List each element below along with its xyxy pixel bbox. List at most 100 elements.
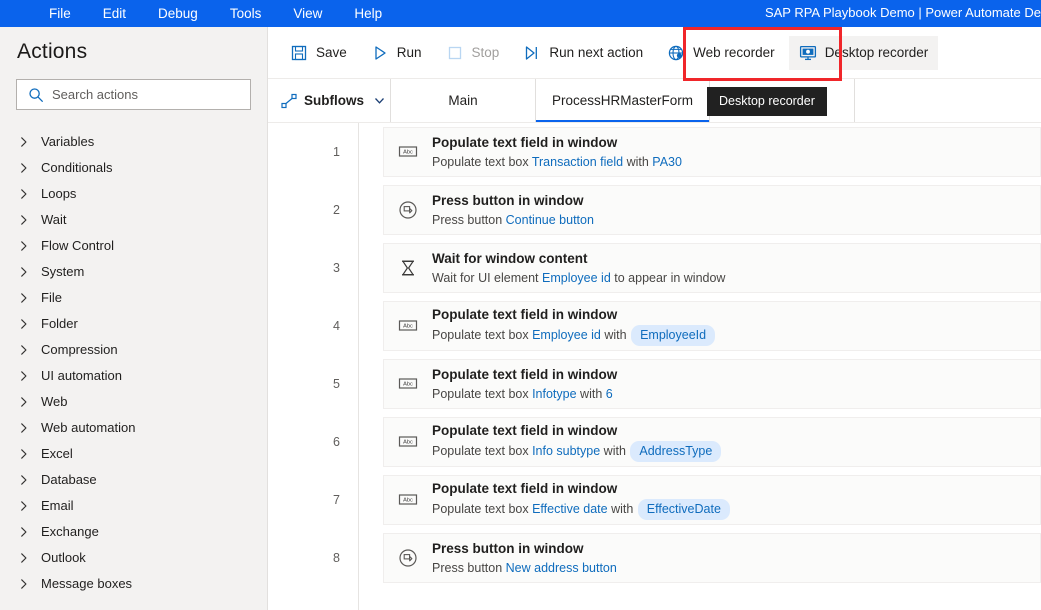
action-row[interactable]: 3 Wait for window content Wait for UI elem…	[268, 239, 1041, 297]
action-row[interactable]: 1 Abc Populate text field in window Populat…	[268, 123, 1041, 181]
action-text-block: Populate text field in window Populate te…	[432, 306, 716, 346]
sidebar-item-database[interactable]: Database	[0, 467, 267, 493]
sidebar-item-label: Variables	[41, 134, 95, 149]
action-row[interactable]: 7 Abc Populate text field in window Populat…	[268, 471, 1041, 529]
chevron-right-icon	[18, 240, 30, 252]
action-row[interactable]: 5 Abc Populate text field in window Populat…	[268, 355, 1041, 413]
action-title: Wait for window content	[432, 250, 588, 266]
sidebar-item-conditionals[interactable]: Conditionals	[0, 155, 267, 181]
sidebar-item-label: Database	[41, 472, 97, 487]
sidebar-item-flow-control[interactable]: Flow Control	[0, 233, 267, 259]
ui-element-link[interactable]: Infotype	[532, 387, 576, 401]
title-bar: File Edit Debug Tools View Help SAP RPA Playb…	[0, 0, 1041, 27]
action-card[interactable]: Wait for window content Wait for UI eleme…	[383, 243, 1041, 293]
stop-icon	[446, 44, 464, 62]
action-card[interactable]: Abc Populate text field in window Populate…	[383, 301, 1041, 351]
action-card[interactable]: Abc Populate text field in window Populate…	[383, 359, 1041, 409]
sidebar-item-loops[interactable]: Loops	[0, 181, 267, 207]
sidebar-item-label: Web automation	[41, 420, 136, 435]
step-over-icon	[523, 44, 541, 62]
menu-edit[interactable]: Edit	[92, 3, 137, 25]
tab-main[interactable]: Main	[391, 79, 536, 122]
ui-element-link[interactable]: Effective date	[532, 502, 608, 516]
menu-tools[interactable]: Tools	[219, 3, 273, 25]
web-recorder-button[interactable]: Web recorder	[657, 36, 785, 70]
action-row[interactable]: 4 Abc Populate text field in window Populat…	[268, 297, 1041, 355]
action-title: Populate text field in window	[432, 307, 618, 322]
sidebar-item-web[interactable]: Web	[0, 389, 267, 415]
ui-element-link[interactable]: Info subtype	[532, 444, 600, 458]
description-text: Populate text box	[432, 444, 533, 458]
sidebar-item-excel[interactable]: Excel	[0, 441, 267, 467]
action-row[interactable]: 8 Press button in window Press button New …	[268, 529, 1041, 587]
sidebar-item-variables[interactable]: Variables	[0, 129, 267, 155]
ui-element-link[interactable]: PA30	[652, 155, 682, 169]
sidebar-item-compression[interactable]: Compression	[0, 337, 267, 363]
sidebar-item-system[interactable]: System	[0, 259, 267, 285]
action-card[interactable]: Press button in window Press button Conti…	[383, 185, 1041, 235]
tab-processhrmasterform[interactable]: ProcessHRMasterForm	[536, 79, 711, 122]
variable-pill[interactable]: EmployeeId	[631, 325, 716, 346]
toolbar-button-label: Save	[316, 45, 347, 60]
description-text: Populate text box	[432, 386, 533, 401]
run-button[interactable]: Run	[361, 36, 432, 70]
ui-element-link[interactable]: 6	[606, 387, 613, 401]
menu-debug[interactable]: Debug	[147, 3, 209, 25]
action-row-number: 5	[333, 377, 340, 391]
menu-file[interactable]: File	[38, 3, 82, 25]
variable-pill[interactable]: AddressType	[630, 441, 722, 462]
sidebar-item-wait[interactable]: Wait	[0, 207, 267, 233]
action-row-number: 2	[333, 203, 340, 217]
variable-pill[interactable]: EffectiveDate	[637, 499, 730, 520]
ui-element-link[interactable]: New address button	[506, 561, 617, 575]
ui-element-link[interactable]: Employee id	[542, 271, 611, 285]
sidebar-item-label: Folder	[41, 316, 78, 331]
sidebar-item-folder[interactable]: Folder	[0, 311, 267, 337]
action-row-number: 8	[333, 551, 340, 565]
svg-text:Abc: Abc	[403, 150, 413, 156]
chevron-right-icon	[18, 292, 30, 304]
sidebar-item-label: Flow Control	[41, 238, 114, 253]
action-card[interactable]: Press button in window Press button New a…	[383, 533, 1041, 583]
play-icon	[371, 44, 389, 62]
ui-element-link[interactable]: Continue button	[506, 213, 594, 227]
sidebar-item-web-automation[interactable]: Web automation	[0, 415, 267, 441]
chevron-right-icon	[18, 214, 30, 226]
desktop-recorder-button[interactable]: Desktop recorder	[788, 35, 939, 70]
svg-text:Abc: Abc	[403, 324, 413, 330]
search-actions-box[interactable]	[16, 79, 251, 110]
run-next-action-button[interactable]: Run next action	[513, 36, 653, 70]
abc-textbox-icon: Abc	[398, 490, 418, 510]
action-card[interactable]: Abc Populate text field in window Populate…	[383, 127, 1041, 177]
action-row-number: 4	[333, 319, 340, 333]
sidebar-item-email[interactable]: Email	[0, 493, 267, 519]
action-text-block: Press button in window Press button Conti…	[432, 192, 594, 229]
action-description: Populate text box Info subtype with Addr…	[432, 441, 722, 462]
description-text: Press button	[432, 560, 506, 575]
chevron-right-icon	[18, 578, 30, 590]
ui-element-link[interactable]: Employee id	[532, 328, 601, 342]
action-category-list: Variables Conditionals Loops Wait Flow Contr…	[0, 129, 267, 597]
action-card[interactable]: Abc Populate text field in window Populate…	[383, 475, 1041, 525]
menu-help[interactable]: Help	[343, 3, 393, 25]
sidebar-item-message-boxes[interactable]: Message boxes	[0, 571, 267, 597]
action-row[interactable]: 6 Abc Populate text field in window Populat…	[268, 413, 1041, 471]
sidebar-item-exchange[interactable]: Exchange	[0, 519, 267, 545]
action-text-block: Wait for window content Wait for UI eleme…	[432, 250, 725, 287]
save-button[interactable]: Save	[280, 36, 357, 70]
action-row[interactable]: 2 Press button in window Press button Cont…	[268, 181, 1041, 239]
subflows-button[interactable]: Subflows	[268, 79, 391, 122]
sidebar-item-file[interactable]: File	[0, 285, 267, 311]
action-card[interactable]: Abc Populate text field in window Populate…	[383, 417, 1041, 467]
action-text-block: Populate text field in window Populate te…	[432, 480, 731, 520]
menu-view[interactable]: View	[282, 3, 333, 25]
action-row-number: 1	[333, 145, 340, 159]
sidebar-item-outlook[interactable]: Outlook	[0, 545, 267, 571]
description-text: Wait for UI element	[432, 270, 542, 285]
search-input[interactable]	[52, 87, 242, 102]
chevron-right-icon	[18, 344, 30, 356]
action-title: Press button in window	[432, 540, 584, 556]
chevron-right-icon	[18, 396, 30, 408]
sidebar-item-ui-automation[interactable]: UI automation	[0, 363, 267, 389]
ui-element-link[interactable]: Transaction field	[532, 155, 623, 169]
